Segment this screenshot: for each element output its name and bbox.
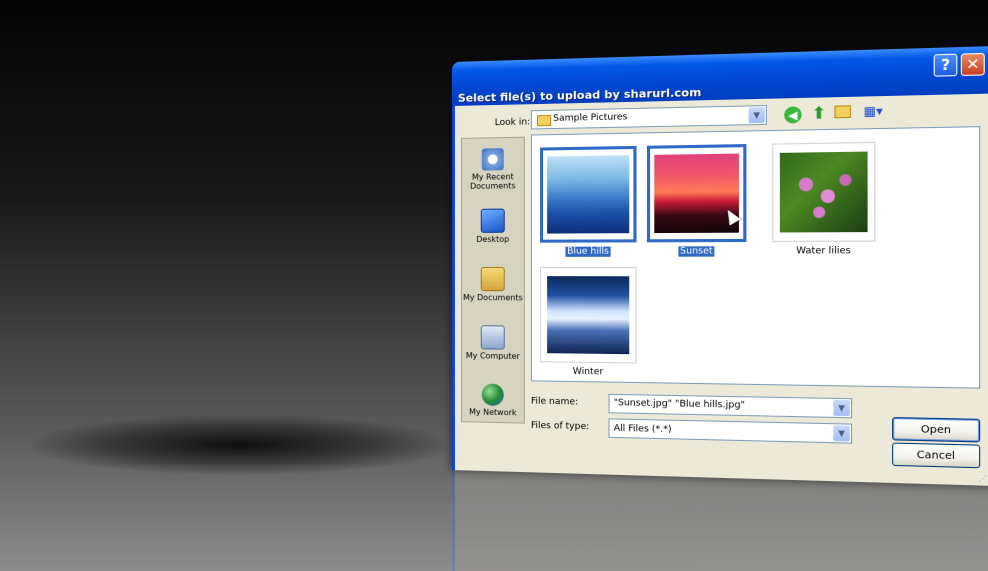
file-list-view[interactable]: Blue hills Sunset Water lilies Winter [530, 126, 981, 389]
thumbnail-frame [772, 141, 876, 242]
file-item-sunset[interactable]: Sunset [646, 144, 749, 259]
places-item-label: My Documents [462, 293, 523, 303]
up-folder-icon[interactable]: ⬆ [810, 102, 828, 122]
places-item-label: My Computer [465, 351, 520, 361]
views-menu-icon[interactable]: ▦▾ [861, 102, 885, 119]
places-item-my-documents[interactable]: My Documents [462, 267, 524, 302]
file-name-value: "Sunset.jpg" "Blue hills.jpg" [613, 398, 745, 411]
recent-documents-icon [481, 148, 504, 171]
look-in-label: Look in: [494, 117, 531, 129]
places-item-my-network[interactable]: My Network [462, 383, 524, 417]
water-lilies-thumbnail [779, 151, 868, 233]
file-name-text: Winter [572, 366, 604, 378]
file-upload-dialog: Select file(s) to upload by sharurl.com … [452, 46, 988, 486]
thumbnail-frame [540, 267, 637, 364]
places-item-recent-documents[interactable]: My Recent Documents [462, 148, 524, 191]
places-item-label: Desktop [476, 234, 510, 244]
close-button[interactable]: ✕ [960, 52, 985, 77]
cancel-button[interactable]: Cancel [892, 442, 981, 469]
new-folder-icon[interactable] [834, 105, 851, 119]
places-item-label: My Network [469, 407, 517, 418]
file-type-select[interactable]: All Files (*.*) ▼ [608, 418, 853, 444]
file-name-caption: Winter [540, 366, 637, 378]
blue-hills-thumbnail [547, 155, 630, 234]
file-name-text: Water lilies [796, 245, 851, 257]
thumbnail-frame [646, 144, 747, 243]
back-icon[interactable]: ◀ [784, 106, 802, 124]
folder-icon [536, 114, 552, 127]
file-name-caption: Water lilies [772, 246, 875, 257]
presentation-stage: Select file(s) to upload by sharurl.com … [0, 0, 988, 571]
desktop-icon [480, 208, 505, 233]
file-item-blue-hills[interactable]: Blue hills [540, 145, 639, 259]
file-name-caption: Sunset [647, 245, 746, 258]
file-name-text: Sunset [676, 245, 716, 258]
chevron-down-icon[interactable]: ▼ [748, 107, 765, 124]
look-in-value: Sample Pictures [553, 112, 628, 124]
floor-shadow [30, 415, 450, 475]
winter-thumbnail [547, 276, 630, 355]
help-button[interactable]: ? [933, 53, 958, 77]
file-name-field[interactable]: "Sunset.jpg" "Blue hills.jpg" ▼ [608, 393, 853, 419]
dialog-window: Select file(s) to upload by sharurl.com … [452, 46, 988, 486]
file-type-label: Files of type: [530, 420, 590, 433]
file-item-water-lilies[interactable]: Water lilies [772, 141, 877, 259]
places-item-desktop[interactable]: Desktop [462, 208, 524, 244]
look-in-combo[interactable]: Sample Pictures ▼ [530, 105, 767, 130]
file-name-text: Blue hills [564, 245, 612, 258]
my-network-icon [481, 383, 504, 407]
file-name-caption: Blue hills [540, 245, 637, 258]
chevron-down-icon[interactable]: ▼ [833, 425, 850, 442]
resize-grip-icon[interactable]: ⋰ [978, 474, 987, 484]
open-button[interactable]: Open [892, 416, 981, 443]
chevron-down-icon[interactable]: ▼ [833, 399, 850, 417]
places-item-label: My Recent Documents [470, 172, 516, 191]
file-type-value: All Files (*.*) [613, 423, 672, 436]
my-documents-icon [480, 267, 505, 292]
file-name-label: File name: [530, 396, 579, 408]
places-bar: My Recent Documents Desktop My Documents… [460, 136, 525, 424]
places-item-my-computer[interactable]: My Computer [462, 325, 524, 361]
thumbnail-frame [540, 145, 637, 243]
dialog-body: Look in: Sample Pictures ▼ ◀ ⬆ ▦▾ My Rec… [454, 93, 988, 486]
my-computer-icon [480, 325, 505, 350]
file-item-winter[interactable]: Winter [540, 267, 639, 380]
